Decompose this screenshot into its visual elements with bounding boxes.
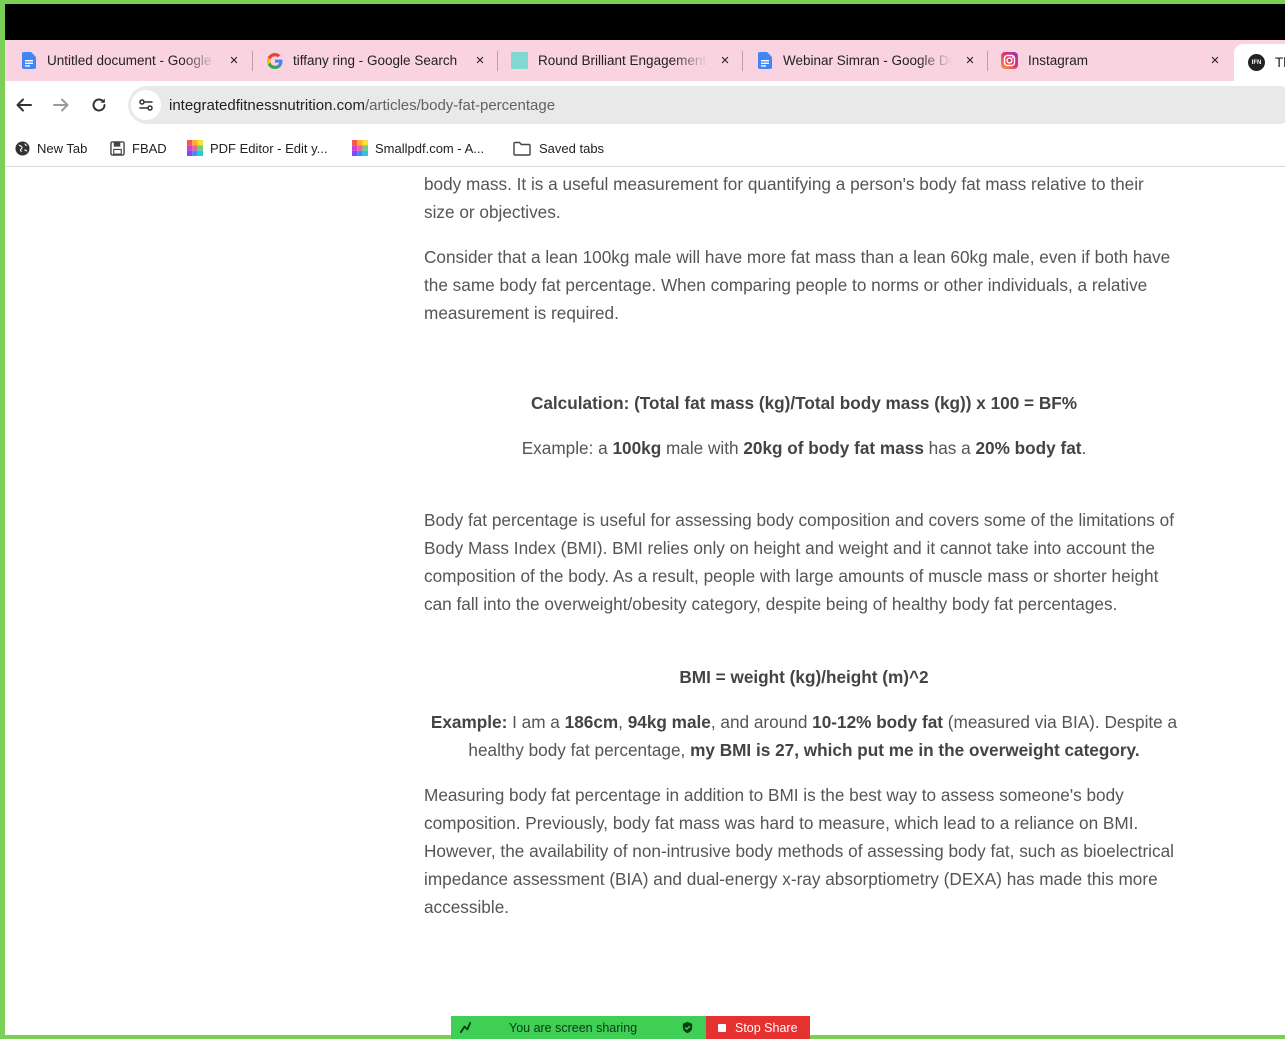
bookmark-label: Saved tabs [539, 140, 605, 156]
tab-webinar-simran[interactable]: Webinar Simran - Google Docs × [742, 40, 986, 81]
bookmark-pdf-editor[interactable]: PDF Editor - Edit y... [187, 137, 328, 159]
bold-run: 186cm [564, 712, 619, 732]
paragraph-intro: body mass. It is a useful measurement fo… [424, 170, 1184, 226]
calculation-formula: Calculation: (Total fat mass (kg)/Total … [414, 389, 1194, 417]
google-icon [266, 52, 283, 69]
close-icon[interactable]: × [224, 51, 244, 71]
bookmark-label: FBAD [132, 140, 167, 156]
screen-share-label: You are screen sharing [509, 1020, 638, 1035]
bold-run: 20kg of body fat mass [743, 438, 924, 458]
close-icon[interactable]: × [1205, 51, 1225, 71]
tab-title: Round Brilliant Engagement Ring [538, 53, 707, 68]
text-run: has a [923, 438, 976, 458]
drag-handle-icon [459, 1021, 472, 1034]
reload-icon [92, 98, 106, 112]
smallpdf-icon [187, 140, 203, 156]
url-path: /articles/body-fat-percentage [364, 96, 556, 114]
bmi-formula-text: BMI = weight (kg)/height (m)^2 [679, 667, 929, 687]
arrow-right-icon [53, 98, 69, 112]
close-icon[interactable]: × [715, 51, 735, 71]
smallpdf-icon [352, 140, 368, 156]
bookmark-saved-tabs[interactable]: Saved tabs [513, 137, 604, 159]
url-text: integratedfitnessnutrition.com/articles/… [169, 97, 555, 114]
stop-share-label: Stop Share [735, 1020, 798, 1035]
text-run: , and around [710, 712, 813, 732]
folder-icon [513, 140, 531, 156]
bookmark-smallpdf[interactable]: Smallpdf.com - A... [352, 137, 484, 159]
browser-toolbar: integratedfitnessnutrition.com/articles/… [0, 81, 1285, 129]
article-content: body mass. It is a useful measurement fo… [0, 167, 1285, 1039]
screen-top-bar [0, 0, 1285, 40]
close-icon[interactable]: × [960, 51, 980, 71]
tab-title: Webinar Simran - Google Docs [783, 53, 952, 68]
bold-run: 20% body fat [975, 438, 1082, 458]
ifn-icon: IFN [1248, 54, 1265, 71]
save-icon [109, 140, 125, 156]
tab-strip: Untitled document - Google Docs × tiffan… [0, 40, 1285, 81]
instagram-icon [1001, 52, 1018, 69]
bookmarks-bar: New Tab FBAD PDF Editor - Edit y... Smal… [0, 129, 1285, 167]
bold-run: 100kg [612, 438, 662, 458]
bookmark-label: Smallpdf.com - A... [375, 140, 485, 156]
text-run: I am a [507, 712, 565, 732]
url-host: integratedfitnessnutrition.com [169, 96, 365, 114]
tab-title: Untitled document - Google Docs [47, 53, 216, 68]
paragraph-intro-line2: size or objectives. [424, 202, 561, 222]
tab-title: Instagram [1028, 53, 1089, 68]
example-bmi: Example: I am a 186cm, 94kg male, and ar… [414, 708, 1194, 764]
text-run: , [618, 712, 628, 732]
tab-title: The [1275, 55, 1285, 70]
paragraph-intro-line1: body mass. It is a useful measurement fo… [424, 174, 1144, 194]
stop-share-button[interactable]: Stop Share [706, 1016, 810, 1039]
screen-share-bar: You are screen sharing Stop Share [451, 1016, 810, 1039]
bmi-formula: BMI = weight (kg)/height (m)^2 [414, 663, 1194, 691]
tab-title: tiffany ring - Google Search [293, 53, 458, 68]
text-run: Example: a [521, 438, 613, 458]
globe-icon [14, 140, 30, 156]
site-info-icon[interactable] [131, 90, 161, 120]
tiffany-icon [511, 52, 528, 69]
close-icon[interactable]: × [470, 51, 490, 71]
reload-button[interactable] [87, 93, 111, 117]
stop-icon [718, 1023, 726, 1032]
tab-round-brilliant[interactable]: Round Brilliant Engagement Ring × [497, 40, 741, 81]
bold-run: Example: [430, 712, 508, 732]
arrow-left-icon [16, 98, 32, 112]
shield-check-icon [682, 1021, 693, 1034]
bookmark-label: New Tab [37, 140, 88, 156]
bold-run: 10-12% body fat [812, 712, 944, 732]
text-run: male with [661, 438, 744, 458]
paragraph-measuring: Measuring body fat percentage in additio… [424, 785, 1174, 917]
screen-share-status[interactable]: You are screen sharing [451, 1016, 706, 1039]
google-docs-icon [756, 52, 773, 69]
bookmark-fbad[interactable]: FBAD [109, 137, 167, 159]
tab-tiffany-ring-search[interactable]: tiffany ring - Google Search × [252, 40, 496, 81]
paragraph-lean-male: Consider that a lean 100kg male will hav… [424, 247, 1171, 323]
bold-run: 94kg male [627, 712, 711, 732]
bold-run: my BMI is 27, which put me in the overwe… [690, 740, 1140, 760]
back-button[interactable] [12, 93, 36, 117]
example-body-fat: Example: a 100kg male with 20kg of body … [414, 434, 1194, 462]
paragraph-bmi-limitations: Body fat percentage is useful for assess… [424, 510, 1174, 614]
calculation-text: Calculation: (Total fat mass (kg)/Total … [530, 393, 1078, 413]
forward-button[interactable] [49, 93, 73, 117]
text-run: . [1081, 438, 1087, 458]
google-docs-icon [20, 52, 37, 69]
tab-untitled-document[interactable]: Untitled document - Google Docs × [6, 40, 250, 81]
address-bar[interactable]: integratedfitnessnutrition.com/articles/… [128, 86, 1285, 124]
tab-instagram[interactable]: Instagram × [987, 40, 1231, 81]
tab-active-article[interactable]: IFN The [1234, 44, 1285, 81]
bookmark-new-tab[interactable]: New Tab [14, 137, 87, 159]
bookmark-label: PDF Editor - Edit y... [210, 140, 328, 156]
